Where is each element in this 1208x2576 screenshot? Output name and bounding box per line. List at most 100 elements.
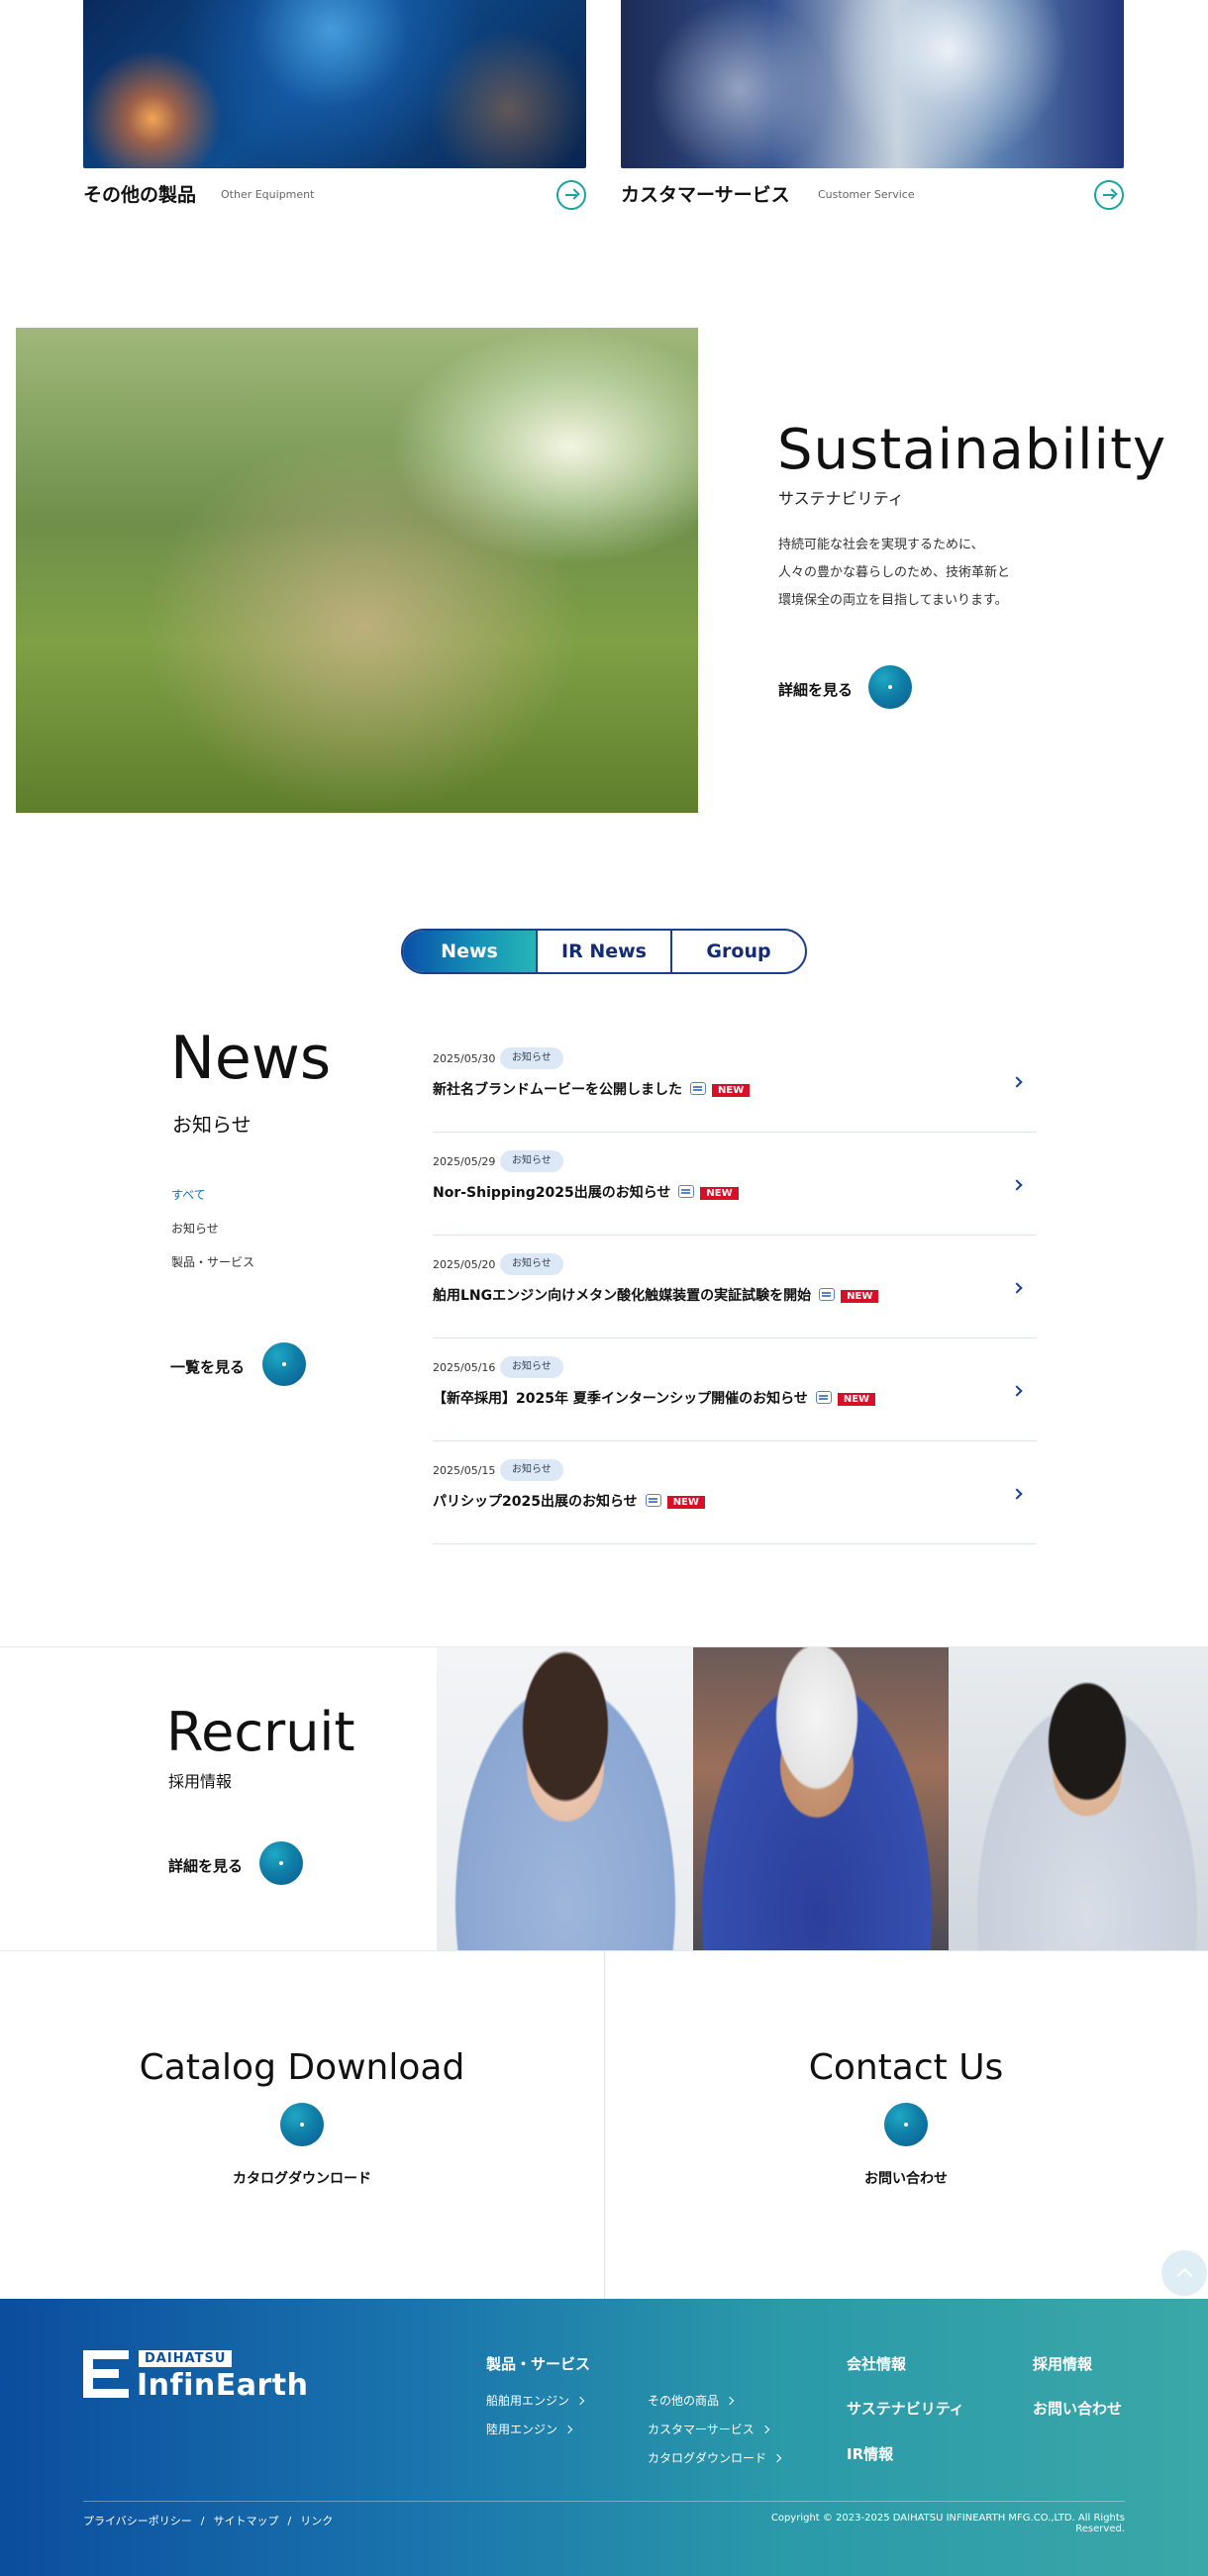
document-icon: [819, 1288, 836, 1301]
news-heading: News: [170, 1024, 332, 1093]
arrow-right-circle-icon[interactable]: [556, 180, 586, 210]
news-title[interactable]: パリシップ2025出展のお知らせ NEW: [433, 1491, 705, 1511]
sustainability-subheading: サステナビリティ: [778, 489, 904, 508]
document-icon: [645, 1494, 661, 1507]
recruit-subheading: 採用情報: [168, 1772, 233, 1791]
footer-link[interactable]: カスタマーサービス: [648, 2421, 770, 2437]
recruit-photo: [949, 1647, 1208, 1950]
footer-link-label: 陸用エンジン: [486, 2423, 558, 2436]
tab-news[interactable]: News: [403, 931, 538, 972]
chevron-right-icon: [1011, 1076, 1023, 1088]
news-date: 2025/05/30: [433, 1052, 496, 1065]
privacy-policy-link[interactable]: プライバシーポリシー: [83, 2515, 192, 2527]
catalog-button[interactable]: [280, 2103, 324, 2146]
customer-service-title[interactable]: カスタマーサービス: [621, 180, 790, 207]
news-date: 2025/05/16: [433, 1361, 496, 1374]
news-filter-products[interactable]: 製品・サービス: [171, 1253, 254, 1270]
footer-link-label: 船舶用エンジン: [486, 2394, 570, 2408]
logo-mark-icon[interactable]: [83, 2350, 129, 2398]
news-title-text: 【新卒採用】2025年 夏季インターンシップ開催のお知らせ: [433, 1391, 808, 1407]
catalog-heading[interactable]: Catalog Download: [0, 2047, 604, 2088]
news-title[interactable]: 【新卒採用】2025年 夏季インターンシップ開催のお知らせ NEW: [433, 1388, 876, 1408]
chevron-right-icon: [563, 2425, 573, 2434]
footer-link-label: カタログダウンロード: [648, 2451, 767, 2465]
footer-link-label: カスタマーサービス: [648, 2423, 755, 2436]
sustainability-more-link[interactable]: 詳細を見る: [778, 679, 853, 700]
footer: [0, 2299, 1208, 2576]
footer-company-link[interactable]: 会社情報: [847, 2353, 906, 2374]
new-badge: NEW: [700, 1187, 739, 1200]
other-equipment-title[interactable]: その他の製品: [83, 180, 196, 207]
page-top-button[interactable]: [1161, 2250, 1207, 2296]
news-item[interactable]: 2025/05/29 お知らせ Nor-Shipping2025出展のお知らせ N…: [433, 1133, 1037, 1236]
footer-link-label: その他の商品: [648, 2394, 720, 2408]
new-badge: NEW: [841, 1290, 879, 1303]
news-title[interactable]: 新社名ブランドムービーを公開しました NEW: [433, 1079, 751, 1099]
news-tabs: News IR News Group: [401, 929, 807, 974]
footer-contact-link[interactable]: お問い合わせ: [1033, 2398, 1122, 2419]
footer-link[interactable]: 陸用エンジン: [486, 2421, 573, 2437]
new-badge: NEW: [666, 1496, 705, 1509]
contact-button[interactable]: [884, 2103, 928, 2146]
recruit-more-button[interactable]: [259, 1841, 303, 1885]
footer-sustainability-link[interactable]: サステナビリティ: [847, 2398, 964, 2419]
news-item[interactable]: 2025/05/30 お知らせ 新社名ブランドムービーを公開しました NEW: [433, 1030, 1037, 1133]
footer-link[interactable]: カタログダウンロード: [648, 2449, 782, 2466]
document-icon: [690, 1082, 706, 1095]
footer-divider: [83, 2501, 1125, 2502]
chevron-right-icon: [1011, 1282, 1023, 1294]
news-date: 2025/05/20: [433, 1258, 496, 1271]
logo-brand-label[interactable]: DAIHATSU: [139, 2350, 233, 2367]
news-list-link[interactable]: 一覧を見る: [170, 1356, 245, 1377]
divider: [604, 1951, 605, 2299]
footer-link[interactable]: その他の商品: [648, 2392, 735, 2409]
news-title[interactable]: Nor-Shipping2025出展のお知らせ NEW: [433, 1182, 739, 1202]
footer-recruit-link[interactable]: 採用情報: [1033, 2353, 1092, 2374]
other-equipment-image[interactable]: [83, 0, 586, 168]
news-list: 2025/05/30 お知らせ 新社名ブランドムービーを公開しました NEW 20…: [433, 1030, 1037, 1544]
news-category-badge: お知らせ: [500, 1253, 563, 1275]
news-item[interactable]: 2025/05/20 お知らせ 舶用LNGエンジン向けメタン酸化触媒装置の実証試…: [433, 1236, 1037, 1338]
news-item[interactable]: 2025/05/16 お知らせ 【新卒採用】2025年 夏季インターンシップ開催…: [433, 1338, 1037, 1441]
news-date: 2025/05/29: [433, 1155, 496, 1168]
sustainability-heading: Sustainability: [777, 418, 1167, 482]
chevron-right-icon: [760, 2425, 770, 2434]
footer-ir-link[interactable]: IR情報: [847, 2443, 893, 2464]
news-title-text: パリシップ2025出展のお知らせ: [433, 1494, 638, 1510]
contact-heading[interactable]: Contact Us: [604, 2047, 1208, 2088]
news-date: 2025/05/15: [433, 1464, 496, 1477]
contact-subheading[interactable]: お問い合わせ: [604, 2168, 1208, 2188]
logo-name[interactable]: InfinEarth: [137, 2368, 308, 2403]
news-subheading: お知らせ: [172, 1113, 252, 1137]
sitemap-link[interactable]: サイトマップ: [214, 2515, 279, 2527]
footer-legal-links: プライバシーポリシー / サイトマップ / リンク: [83, 2515, 334, 2527]
tab-group[interactable]: Group: [672, 931, 805, 972]
catalog-subheading[interactable]: カタログダウンロード: [0, 2168, 604, 2188]
news-title[interactable]: 舶用LNGエンジン向けメタン酸化触媒装置の実証試験を開始 NEW: [433, 1285, 879, 1305]
chevron-right-icon: [725, 2396, 735, 2406]
recruit-more-link[interactable]: 詳細を見る: [168, 1855, 243, 1876]
sustainability-body-line: 持続可能な社会を実現するために、: [778, 538, 984, 552]
news-list-button[interactable]: [262, 1342, 306, 1386]
arrow-right-circle-icon[interactable]: [1094, 180, 1124, 210]
footer-products-heading[interactable]: 製品・サービス: [486, 2353, 590, 2374]
sustainability-photo: [16, 328, 698, 813]
sustainability-more-button[interactable]: [868, 665, 912, 709]
links-link[interactable]: リンク: [300, 2515, 333, 2527]
customer-service-image[interactable]: [621, 0, 1124, 168]
new-badge: NEW: [712, 1084, 751, 1097]
news-category-badge: お知らせ: [500, 1459, 563, 1481]
chevron-right-icon: [1011, 1488, 1023, 1500]
customer-service-subtitle: Customer Service: [818, 188, 915, 201]
sustainability-body-line: 環境保全の両立を目指してまいります。: [778, 593, 1008, 608]
news-title-text: 舶用LNGエンジン向けメタン酸化触媒装置の実証試験を開始: [433, 1288, 812, 1304]
news-item[interactable]: 2025/05/15 お知らせ パリシップ2025出展のお知らせ NEW: [433, 1441, 1037, 1544]
news-filter-all[interactable]: すべて: [171, 1186, 206, 1203]
sustainability-body-line: 人々の豊かな暮らしのため、技術革新と: [778, 565, 1011, 580]
tab-ir-news[interactable]: IR News: [538, 931, 672, 972]
document-icon: [815, 1391, 832, 1404]
document-icon: [678, 1185, 695, 1198]
footer-link[interactable]: 船舶用エンジン: [486, 2392, 585, 2409]
news-filter-notice[interactable]: お知らせ: [171, 1220, 219, 1237]
recruit-heading: Recruit: [166, 1701, 355, 1763]
